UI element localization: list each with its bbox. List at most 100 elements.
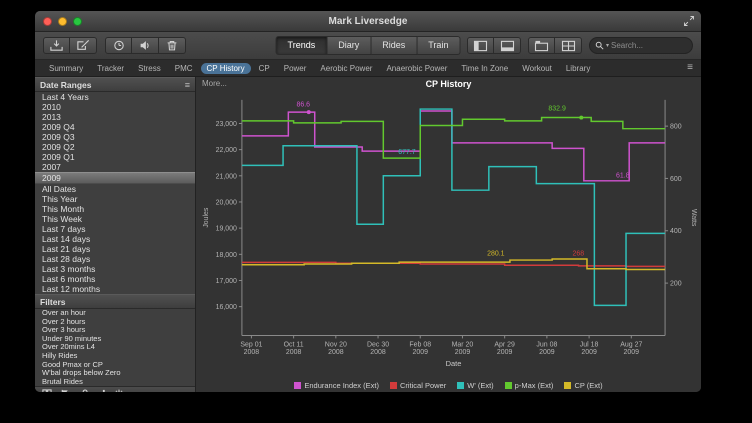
audio-button[interactable] [132,37,159,54]
tiled-view-button[interactable] [555,37,582,54]
view-segmented: TrendsDiaryRidesTrain [276,36,461,55]
svg-text:86.6: 86.6 [296,102,310,109]
date-range-this-year[interactable]: This Year [35,194,195,204]
tiled-view-icon [561,40,576,52]
tab-aerobic-power[interactable]: Aerobic Power [314,63,378,74]
delete-activity-button[interactable] [159,37,186,54]
close-button[interactable] [43,17,52,26]
filters-header: Filters [35,294,195,309]
app-window: Mark Liversedge [35,11,701,392]
footer-caret-icon[interactable]: ▾ [132,391,135,392]
svg-text:832.9: 832.9 [548,106,566,113]
tab-power[interactable]: Power [278,63,313,74]
svg-text:677.7: 677.7 [398,149,416,156]
tab-time-in-zone[interactable]: Time In Zone [455,63,514,74]
search-field[interactable]: ▾ [589,37,693,54]
segment-rides[interactable]: Rides [371,36,417,55]
date-range-last-12-months[interactable]: Last 12 months [35,284,195,294]
svg-text:800: 800 [670,124,682,131]
manual-entry-button[interactable] [70,37,97,54]
legend-item: Critical Power [390,381,446,390]
date-range-2007[interactable]: 2007 [35,162,195,172]
svg-text:400: 400 [670,228,682,235]
date-ranges-list: Last 4 Years201020132009 Q42009 Q32009 Q… [35,92,195,294]
date-range-this-month[interactable]: This Month [35,204,195,214]
tab-pmc[interactable]: PMC [169,63,199,74]
tab-menu-icon[interactable]: ≡ [687,63,693,73]
sidebar-menu-icon[interactable]: ≡ [185,80,190,90]
search-input[interactable] [611,41,687,50]
flag-icon[interactable] [60,389,70,392]
date-range-last-14-days[interactable]: Last 14 days [35,234,195,244]
grid-icon[interactable] [42,389,52,392]
date-range-last-4-years[interactable]: Last 4 Years [35,92,195,102]
y-axis-right: 200400600800 [665,124,682,288]
svg-text:Nov 20: Nov 20 [325,341,347,348]
date-range-2013[interactable]: 2013 [35,112,195,122]
cp-history-chart: JoulesWatts16,00017,00018,00019,00020,00… [196,90,701,378]
date-range-last-6-months[interactable]: Last 6 months [35,274,195,284]
tabbed-view-button[interactable] [528,37,555,54]
tab-library[interactable]: Library [560,63,596,74]
tab-tracker[interactable]: Tracker [91,63,130,74]
segment-trends[interactable]: Trends [276,36,328,55]
date-range-2009-q1[interactable]: 2009 Q1 [35,152,195,162]
svg-text:280.1: 280.1 [487,250,505,257]
date-range-last-21-days[interactable]: Last 21 days [35,244,195,254]
date-range-2009-q4[interactable]: 2009 Q4 [35,122,195,132]
panel-toggle-group [467,37,521,54]
date-range-last-7-days[interactable]: Last 7 days [35,224,195,234]
tab-summary[interactable]: Summary [43,63,89,74]
legend-label: p-Max (Ext) [515,381,554,390]
tab-workout[interactable]: Workout [516,63,558,74]
legend-item: CP (Ext) [564,381,602,390]
tab-cp-history[interactable]: CP History [201,63,251,74]
tab-cp[interactable]: CP [253,63,276,74]
chart-icon[interactable] [96,389,106,392]
svg-text:Sep 01: Sep 01 [240,341,262,348]
svg-text:19,000: 19,000 [216,226,237,233]
svg-text:23,000: 23,000 [216,121,237,128]
legend-label: W' (Ext) [467,381,493,390]
date-range-2010[interactable]: 2010 [35,102,195,112]
date-range-2009-q3[interactable]: 2009 Q3 [35,132,195,142]
date-ranges-header: Date Ranges ≡ [35,77,195,92]
compose-icon [76,39,91,52]
date-range-all-dates[interactable]: All Dates [35,184,195,194]
tab-stress[interactable]: Stress [132,63,167,74]
tab-anaerobic-power[interactable]: Anaerobic Power [380,63,453,74]
gear-icon[interactable] [114,389,124,392]
segment-diary[interactable]: Diary [327,36,371,55]
svg-text:17,000: 17,000 [216,278,237,285]
svg-text:Watts: Watts [690,209,697,227]
legend-swatch [390,382,397,389]
filter-brutal-rides[interactable]: Brutal Rides [35,378,195,387]
date-range-2009-q2[interactable]: 2009 Q2 [35,142,195,152]
svg-text:2009: 2009 [624,349,640,356]
date-range-this-week[interactable]: This Week [35,214,195,224]
fullscreen-icon[interactable] [683,15,695,27]
speaker-icon [138,39,152,52]
zoom-button[interactable] [73,17,82,26]
svg-text:18,000: 18,000 [216,252,237,259]
date-range-2009[interactable]: 2009 [35,172,195,184]
search-menu-caret-icon[interactable]: ▾ [606,43,609,49]
svg-text:2009: 2009 [581,349,597,356]
minimize-button[interactable] [58,17,67,26]
svg-text:268: 268 [573,250,585,257]
date-range-last-3-months[interactable]: Last 3 months [35,264,195,274]
sidebar-toggle-button[interactable] [467,37,494,54]
segment-train[interactable]: Train [417,36,460,55]
more-link[interactable]: More... [202,79,227,88]
download-activity-button[interactable] [43,37,70,54]
split-activity-button[interactable] [105,37,132,54]
sidebar-panel-icon [473,40,488,52]
date-range-last-28-days[interactable]: Last 28 days [35,254,195,264]
wrench-icon[interactable] [78,389,88,392]
lowbar-toggle-button[interactable] [494,37,521,54]
activity-button-group [43,37,97,54]
x-axis: Sep 012008Oct 112008Nov 202008Dec 302008… [240,335,642,368]
legend-swatch [294,382,301,389]
title-bar: Mark Liversedge [35,11,701,32]
chart-panel: More... CP History JoulesWatts16,00017,0… [196,77,701,392]
